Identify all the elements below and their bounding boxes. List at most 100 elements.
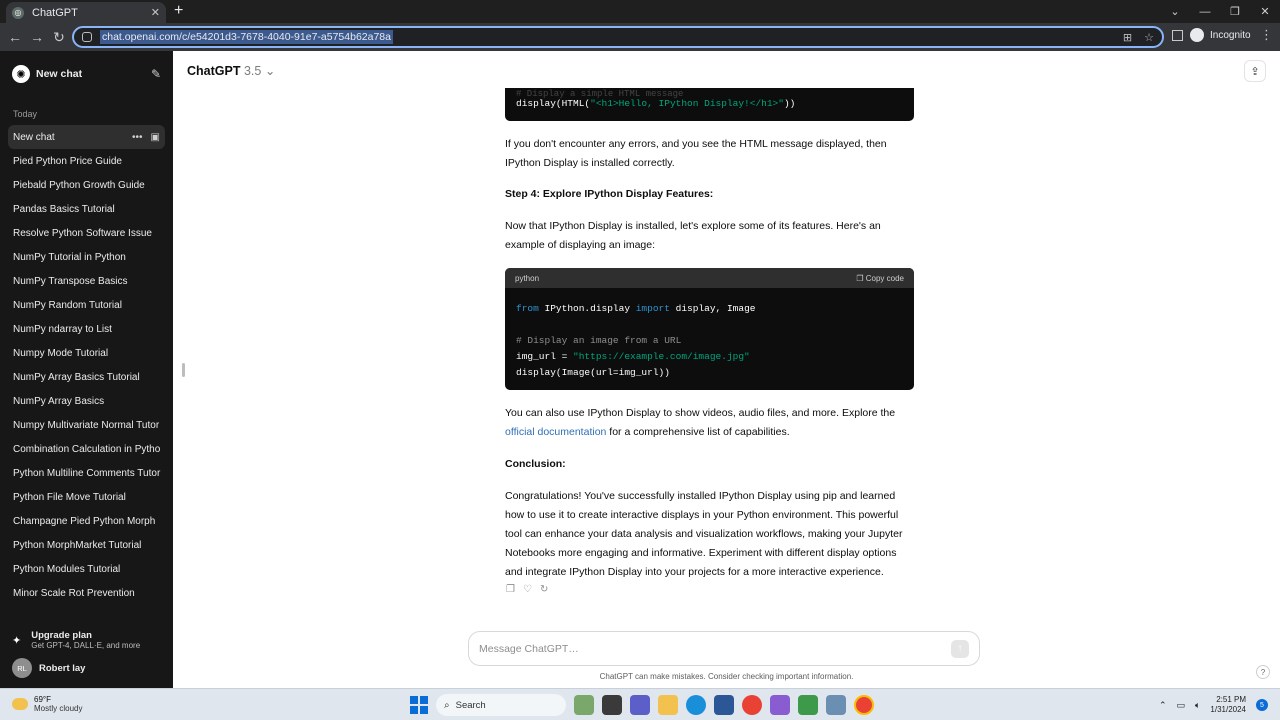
sidebar-chat-item[interactable]: Pandas Basics Tutorial (8, 197, 165, 221)
network-icon[interactable]: ▭ (1176, 700, 1185, 711)
new-chat-label: New chat (36, 68, 83, 80)
app-icon[interactable] (770, 695, 790, 715)
chat-title: NumPy Array Basics Tutorial (13, 371, 140, 383)
sidebar-chat-item[interactable]: Minor Scale Rot Prevention (8, 581, 165, 605)
model-selector[interactable]: ChatGPT 3.5 ⌄ (187, 63, 275, 78)
back-arrow-icon[interactable]: ← (4, 29, 26, 45)
sidebar-chat-item[interactable]: Numpy Mode Tutorial (8, 341, 165, 365)
chrome-icon[interactable] (742, 695, 762, 715)
chevron-up-icon[interactable]: ⌃ (1159, 700, 1167, 711)
chat-title: NumPy Random Tutorial (13, 299, 122, 311)
tab-search-icon[interactable]: ⌄ (1160, 5, 1190, 18)
new-chat-edit-icon[interactable]: ✎ (151, 67, 161, 81)
sidebar-chat-item[interactable]: Python MorphMarket Tutorial (8, 533, 165, 557)
code-string: "https://example.com/image.jpg" (573, 351, 750, 362)
sidebar-chat-item[interactable]: Numpy Multivariate Normal Tutor (8, 413, 165, 437)
chrome-active-icon[interactable] (854, 695, 874, 715)
weather-widget[interactable]: 69°F Mostly cloudy (12, 695, 82, 713)
sidebar-chat-item[interactable]: Python Multiline Comments Tutor (8, 461, 165, 485)
message-actions: ❐ ♡ ↻ (506, 584, 548, 595)
chat-title: NumPy Transpose Basics (13, 275, 128, 287)
browser-menu-icon[interactable]: ⋮ (1260, 27, 1273, 43)
upgrade-plan-button[interactable]: ✦ Upgrade plan Get GPT-4, DALL·E, and mo… (12, 630, 161, 650)
share-icon[interactable]: ⇪ (1244, 60, 1266, 82)
widget-app-icon[interactable] (574, 695, 594, 715)
sidebar-chat-item[interactable]: Combination Calculation in Pytho (8, 437, 165, 461)
close-window-button[interactable]: ✕ (1250, 5, 1280, 18)
code-token: IPython.display (538, 303, 636, 314)
sidebar-chat-item[interactable]: NumPy Tutorial in Python (8, 245, 165, 269)
app-icon[interactable] (826, 695, 846, 715)
incognito-indicator[interactable]: Incognito (1190, 28, 1251, 42)
sidebar-chat-item[interactable]: Python File Move Tutorial (8, 485, 165, 509)
side-panel-icon[interactable] (1172, 30, 1183, 41)
edge-icon[interactable] (686, 695, 706, 715)
task-view-icon[interactable] (602, 695, 622, 715)
step-heading: Step 4: Explore IPython Display Features… (505, 185, 915, 204)
browser-tab-strip: ◎ ChatGPT ✕ + ⌄ — ❐ ✕ (0, 0, 1280, 23)
sidebar-chat-item[interactable]: NumPy Array Basics (8, 389, 165, 413)
new-tab-button[interactable]: + (174, 2, 183, 20)
sidebar-chat-item[interactable]: NumPy ndarray to List (8, 317, 165, 341)
store-icon[interactable] (714, 695, 734, 715)
weather-icon (12, 698, 28, 710)
windows-taskbar: 69°F Mostly cloudy ⌕ Search ⌃ ▭ 🔈︎ 2:51 P… (0, 688, 1280, 720)
message-input[interactable]: Message ChatGPT… (479, 643, 579, 655)
sidebar-chat-item[interactable]: Champagne Pied Python Morph (8, 509, 165, 533)
code-token: )) (783, 98, 796, 109)
more-options-icon[interactable]: ••• (132, 132, 143, 143)
sidebar-chat-active[interactable]: New chat ••• ▣ (8, 125, 165, 149)
sidebar-chat-item[interactable]: NumPy Array Basics Tutorial (8, 365, 165, 389)
taskbar-search[interactable]: ⌕ Search (436, 694, 566, 716)
forward-arrow-icon[interactable]: → (26, 29, 48, 45)
copy-code-button[interactable]: ❐ Copy code (856, 274, 904, 283)
reload-icon[interactable]: ↻ (48, 29, 70, 46)
address-bar[interactable]: chat.openai.com/c/e54201d3-7678-4040-91e… (72, 26, 1164, 48)
chat-title: Python File Move Tutorial (13, 491, 126, 503)
window-controls: ⌄ — ❐ ✕ (1160, 0, 1280, 23)
sidebar-chat-item[interactable]: Resolve Python Software Issue (8, 221, 165, 245)
browser-tab[interactable]: ◎ ChatGPT ✕ (6, 2, 166, 23)
sidebar-chat-item[interactable]: Pied Python Price Guide (8, 149, 165, 173)
documentation-link[interactable]: official documentation (505, 426, 606, 438)
chat-title: NumPy Tutorial in Python (13, 251, 126, 263)
restore-button[interactable]: ❐ (1220, 5, 1250, 18)
bookmark-star-icon[interactable]: ☆ (1144, 31, 1154, 44)
chat-title: NumPy Array Basics (13, 395, 105, 407)
tab-close-icon[interactable]: ✕ (151, 6, 160, 19)
message-composer[interactable]: Message ChatGPT… ↑ (468, 631, 980, 666)
chat-app-icon[interactable] (630, 695, 650, 715)
sidebar: ✺ New chat ✎ Today New chat ••• ▣ Pied P… (0, 51, 173, 688)
sidebar-chat-item[interactable]: NumPy Random Tutorial (8, 293, 165, 317)
regenerate-icon[interactable]: ↻ (540, 584, 548, 595)
file-explorer-icon[interactable] (658, 695, 678, 715)
send-button[interactable]: ↑ (951, 639, 969, 658)
sidebar-resize-handle[interactable] (182, 363, 185, 377)
code-body: from IPython.display import display, Ima… (505, 288, 914, 381)
site-info-icon[interactable] (82, 32, 92, 42)
sidebar-chat-item[interactable]: Piebald Python Growth Guide (8, 173, 165, 197)
sidebar-chat-item[interactable]: NumPy Transpose Basics (8, 269, 165, 293)
copy-icon[interactable]: ❐ (506, 584, 515, 595)
app-icon[interactable] (798, 695, 818, 715)
notification-badge[interactable]: 5 (1256, 699, 1268, 711)
new-chat-row[interactable]: ✺ New chat ✎ (0, 51, 173, 97)
install-app-icon[interactable]: ⊞ (1123, 31, 1132, 44)
chat-title: Resolve Python Software Issue (13, 227, 152, 239)
upgrade-subtitle: Get GPT-4, DALL·E, and more (31, 641, 141, 650)
windows-start-icon[interactable] (410, 696, 428, 714)
taskbar-apps: ⌕ Search (410, 694, 874, 716)
url-text[interactable]: chat.openai.com/c/e54201d3-7678-4040-91e… (100, 30, 393, 44)
clock[interactable]: 2:51 PM 1/31/2024 (1210, 695, 1246, 715)
time: 2:51 PM (1216, 695, 1246, 704)
user-menu[interactable]: RL Robert lay (12, 658, 161, 678)
code-line: display(HTML("<h1>Hello, IPython Display… (516, 98, 795, 109)
chevron-down-icon: ⌄ (264, 64, 276, 78)
volume-icon[interactable]: 🔈︎ (1195, 700, 1200, 711)
archive-icon[interactable]: ▣ (151, 132, 160, 143)
code-language: python (515, 273, 540, 283)
thumbs-down-icon[interactable]: ♡ (523, 584, 532, 595)
help-button[interactable]: ? (1256, 665, 1270, 679)
minimize-button[interactable]: — (1190, 6, 1220, 18)
sidebar-chat-item[interactable]: Python Modules Tutorial (8, 557, 165, 581)
